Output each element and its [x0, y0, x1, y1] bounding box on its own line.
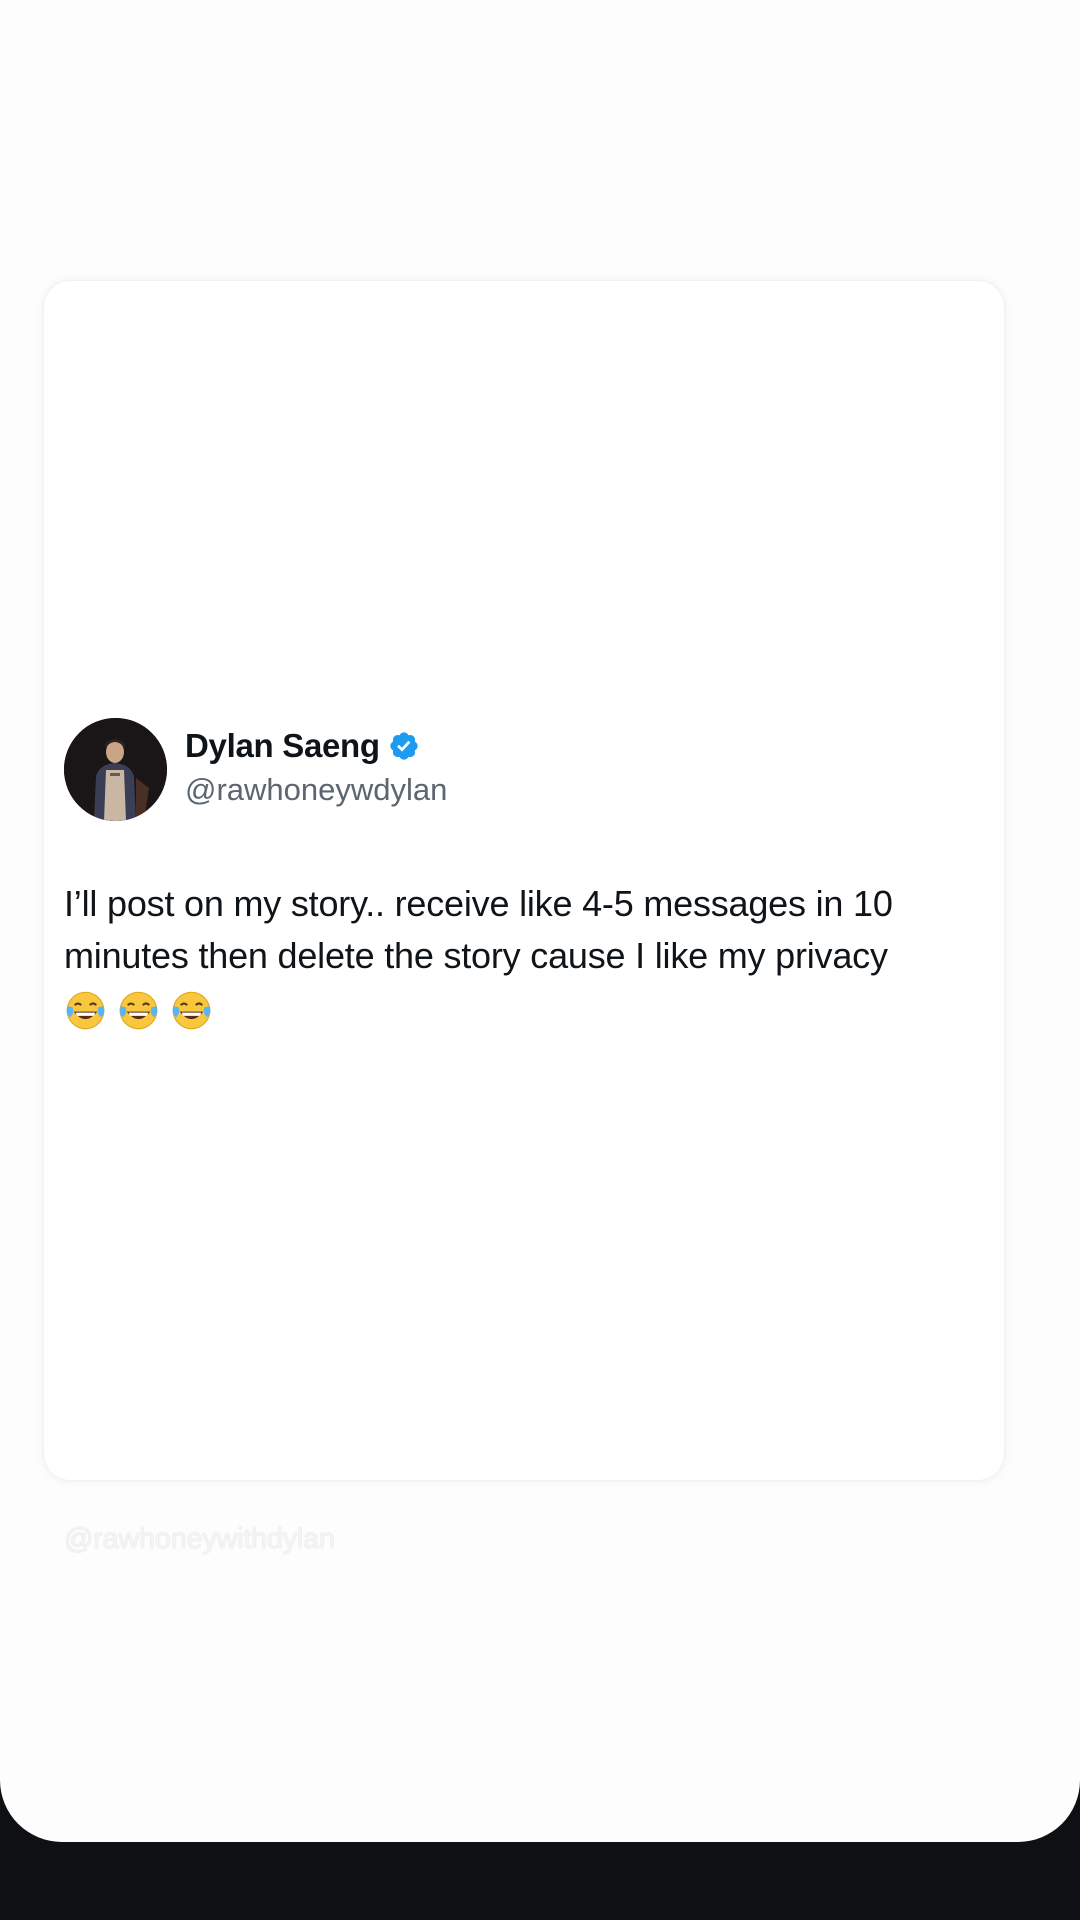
tears-of-joy-emoji-icon: [172, 991, 211, 1030]
author-handle[interactable]: @rawhoneywdylan: [185, 772, 447, 808]
verified-badge-icon: [390, 732, 418, 760]
emoji-row: [64, 989, 213, 1032]
tweet-card[interactable]: Dylan Saeng @rawhoneywdylan I’ll post on…: [44, 281, 1004, 1480]
display-name[interactable]: Dylan Saeng: [185, 727, 380, 765]
tweet-text: I’ll post on my story.. receive like 4-5…: [64, 883, 893, 976]
tears-of-joy-emoji-icon: [119, 991, 158, 1030]
avatar[interactable]: [64, 718, 167, 821]
author-name-row[interactable]: Dylan Saeng: [185, 724, 420, 768]
tears-of-joy-emoji-icon: [66, 991, 105, 1030]
story-canvas: Dylan Saeng @rawhoneywdylan I’ll post on…: [0, 0, 1080, 1842]
story-caption-handle[interactable]: @rawhoneywithdylan: [64, 1523, 335, 1556]
